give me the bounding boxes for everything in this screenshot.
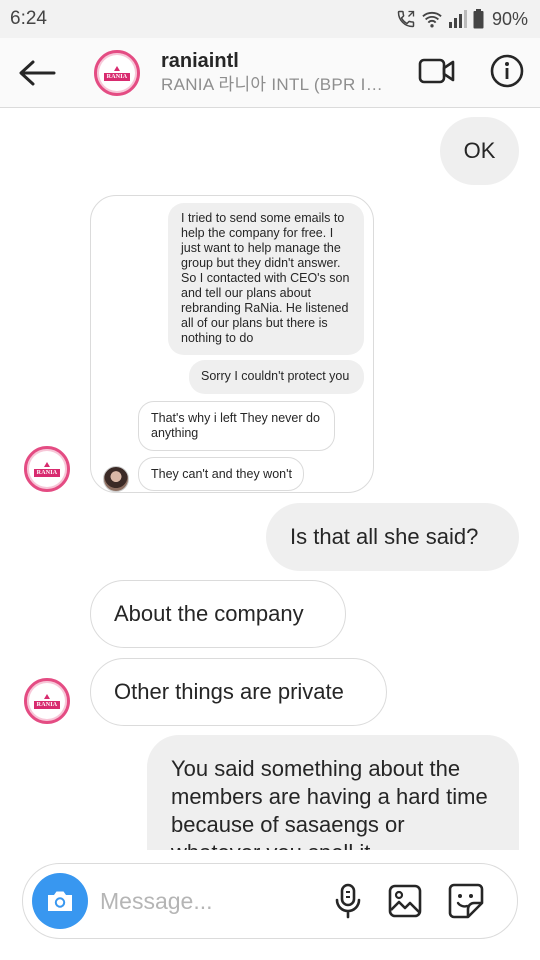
screenshot-message-text: Sorry I couldn't protect you xyxy=(201,369,350,383)
message-text: Other things are private xyxy=(114,679,344,704)
screenshot-message-incoming: They can't and they won't xyxy=(138,457,304,491)
sticker-button[interactable] xyxy=(448,883,484,919)
video-call-button[interactable] xyxy=(418,57,456,90)
message-composer xyxy=(22,863,518,939)
header-title-block[interactable]: raniaintl RANIA 라니아 INTL (BPR IN... xyxy=(161,49,391,97)
screenshot-message-incoming: That's why i left They never do anything xyxy=(138,401,335,451)
composer-actions xyxy=(334,883,484,919)
message-bubble-outgoing[interactable]: OK xyxy=(440,117,519,185)
camera-icon xyxy=(48,891,72,911)
sender-avatar[interactable]: RANIA xyxy=(24,446,70,492)
info-icon xyxy=(490,54,524,87)
message-text: OK xyxy=(463,138,496,163)
voice-message-button[interactable] xyxy=(334,883,362,919)
battery-percentage: 90% xyxy=(491,8,528,29)
sticker-icon xyxy=(448,883,484,919)
info-button[interactable] xyxy=(490,54,524,93)
logo-crown xyxy=(44,693,50,699)
screenshot-message-text: I tried to send some emails to help the … xyxy=(181,211,350,345)
screenshot-message-text: That's why i left They never do anything xyxy=(151,411,320,440)
message-bubble-outgoing[interactable]: You said something about the members are… xyxy=(147,735,519,850)
gallery-icon xyxy=(388,884,422,918)
video-call-icon xyxy=(418,58,455,83)
gallery-button[interactable] xyxy=(388,884,422,918)
back-button[interactable] xyxy=(4,38,70,108)
screenshot-message-outgoing: I tried to send some emails to help the … xyxy=(168,203,364,355)
sender-avatar[interactable]: RANIA xyxy=(24,678,70,724)
avatar-logo-text: RANIA xyxy=(103,72,131,81)
message-list[interactable]: OK I tried to send some emails to help t… xyxy=(0,109,540,850)
screenshot-message-outgoing: Sorry I couldn't protect you xyxy=(189,360,364,394)
avatar-logo-text: RANIA xyxy=(33,701,61,709)
message-bubble-incoming[interactable]: Other things are private xyxy=(90,658,387,726)
message-text: About the company xyxy=(114,601,304,626)
header-actions xyxy=(418,38,524,108)
message-text: Is that all she said? xyxy=(290,524,479,549)
message-text: You said something about the members are… xyxy=(171,756,488,850)
signal-icon xyxy=(448,10,468,28)
logo-crown xyxy=(114,65,120,71)
camera-button[interactable] xyxy=(32,873,88,929)
dm-thread-screen: 6:24 90% RANIA raniaintl RANIA 라니아 INTL … xyxy=(0,0,540,960)
screenshot-sender-avatar xyxy=(103,466,129,492)
header-full-name: RANIA 라니아 INTL (BPR IN... xyxy=(161,74,391,94)
header-avatar[interactable]: RANIA xyxy=(94,49,140,96)
status-time: 6:24 xyxy=(10,8,47,29)
message-input[interactable] xyxy=(100,887,320,915)
system-icons: 90% xyxy=(396,9,528,30)
call-icon xyxy=(396,9,416,29)
wifi-icon xyxy=(421,9,443,29)
battery-icon xyxy=(473,9,484,29)
header-username: raniaintl xyxy=(161,49,239,72)
back-arrow-icon xyxy=(19,60,56,85)
avatar-logo-text: RANIA xyxy=(33,469,61,477)
screenshot-message-text: They can't and they won't xyxy=(151,467,292,481)
status-bar: 6:24 90% xyxy=(0,0,540,38)
message-bubble-incoming[interactable]: About the company xyxy=(90,580,346,648)
message-bubble-outgoing[interactable]: Is that all she said? xyxy=(266,503,519,571)
thread-header: RANIA raniaintl RANIA 라니아 INTL (BPR IN..… xyxy=(0,38,540,108)
microphone-icon xyxy=(335,883,361,919)
logo-crown xyxy=(44,461,50,467)
shared-screenshot-card[interactable]: I tried to send some emails to help the … xyxy=(90,195,374,493)
